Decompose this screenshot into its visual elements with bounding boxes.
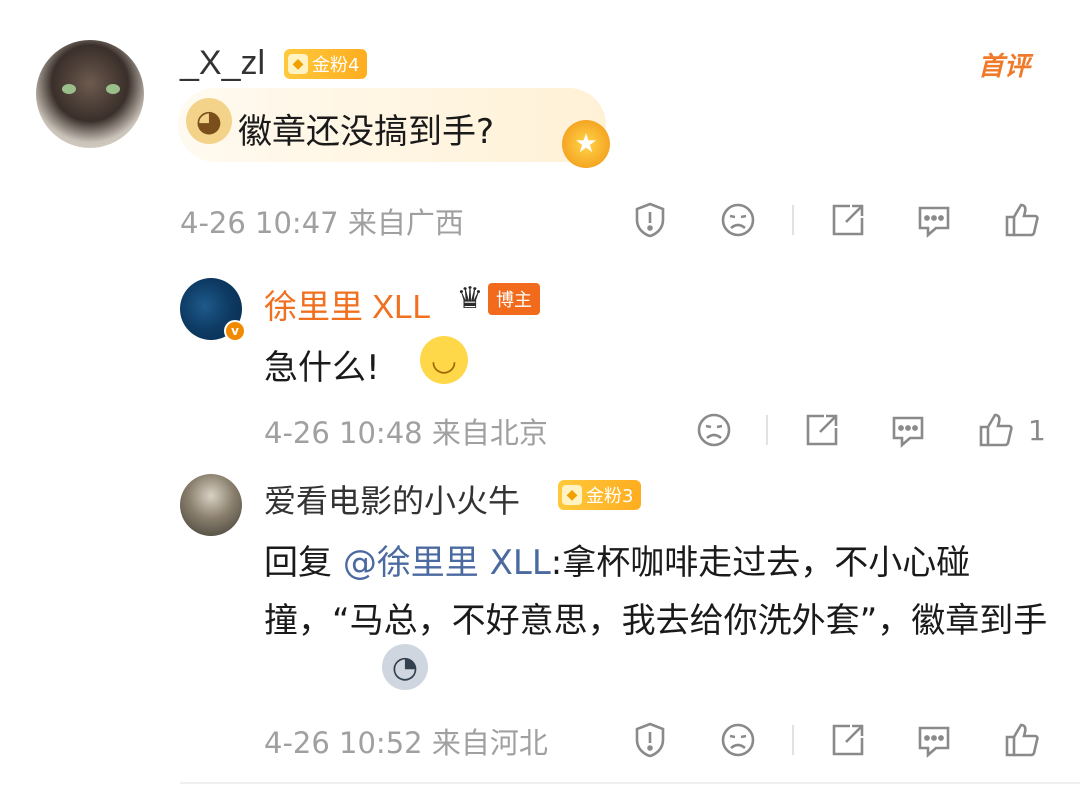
- reply-prefix: 回复: [264, 543, 343, 583]
- blogger-tag: 博主: [488, 283, 540, 315]
- comment-text: 急什么!: [264, 348, 380, 388]
- username[interactable]: 徐里里 XLL: [264, 280, 431, 328]
- dislike-icon[interactable]: [694, 410, 734, 450]
- share-icon[interactable]: [828, 720, 868, 760]
- avatar-eye: [106, 84, 120, 94]
- divider: [792, 725, 794, 755]
- divider: [792, 205, 794, 235]
- comment-icon[interactable]: [888, 410, 928, 450]
- mention-link[interactable]: @徐里里 XLL: [343, 543, 551, 583]
- dislike-icon[interactable]: [718, 720, 758, 760]
- report-icon[interactable]: [630, 720, 670, 760]
- like-icon[interactable]: [1002, 200, 1042, 240]
- first-comment-label: 首评: [978, 51, 1031, 81]
- fan-badge-label: 金粉3: [586, 486, 634, 507]
- share-icon[interactable]: [802, 410, 842, 450]
- avatar-eye: [62, 84, 76, 94]
- username[interactable]: _X_zl: [180, 44, 265, 83]
- comment-icon[interactable]: [914, 720, 954, 760]
- comment-text: 徽章还没搞到手?: [238, 112, 495, 152]
- blogger-badge[interactable]: ♛ 博主: [448, 282, 540, 316]
- comment-meta: 4-26 10:52 来自河北: [264, 726, 548, 760]
- comment-icon[interactable]: [914, 200, 954, 240]
- crown-icon: ♛: [456, 281, 484, 316]
- comment-text: 回复 @徐里里 XLL:拿杯咖啡走过去，不小心碰撞，“马总，不好意思，我去给你洗…: [264, 534, 1054, 650]
- comment-meta: 4-26 10:47 来自广西: [180, 206, 464, 240]
- medal-icon: ★: [562, 120, 610, 168]
- like-icon[interactable]: [1002, 720, 1042, 760]
- share-icon[interactable]: [828, 200, 868, 240]
- fan-badge-icon: ◆: [562, 485, 582, 505]
- divider: [180, 782, 1080, 784]
- avatar[interactable]: [180, 474, 242, 536]
- dislike-icon[interactable]: [718, 200, 758, 240]
- fan-badge[interactable]: ◆ 金粉3: [558, 480, 642, 510]
- husky-emoji-icon: ◔: [382, 644, 428, 690]
- doge-emoji-icon: ◕: [186, 98, 232, 144]
- like-icon[interactable]: [976, 410, 1016, 450]
- like-count: 1: [1028, 414, 1046, 447]
- fan-badge-label: 金粉4: [312, 55, 360, 76]
- verified-icon: v: [224, 320, 246, 342]
- report-icon[interactable]: [630, 200, 670, 240]
- smirk-emoji-icon: ◡: [420, 336, 468, 384]
- divider: [766, 415, 768, 445]
- username[interactable]: 爱看电影的小火牛: [264, 476, 520, 522]
- fan-badge-icon: ◆: [288, 54, 308, 74]
- avatar[interactable]: [36, 40, 144, 148]
- fan-badge[interactable]: ◆ 金粉4: [284, 49, 368, 79]
- comment-meta: 4-26 10:48 来自北京: [264, 416, 548, 450]
